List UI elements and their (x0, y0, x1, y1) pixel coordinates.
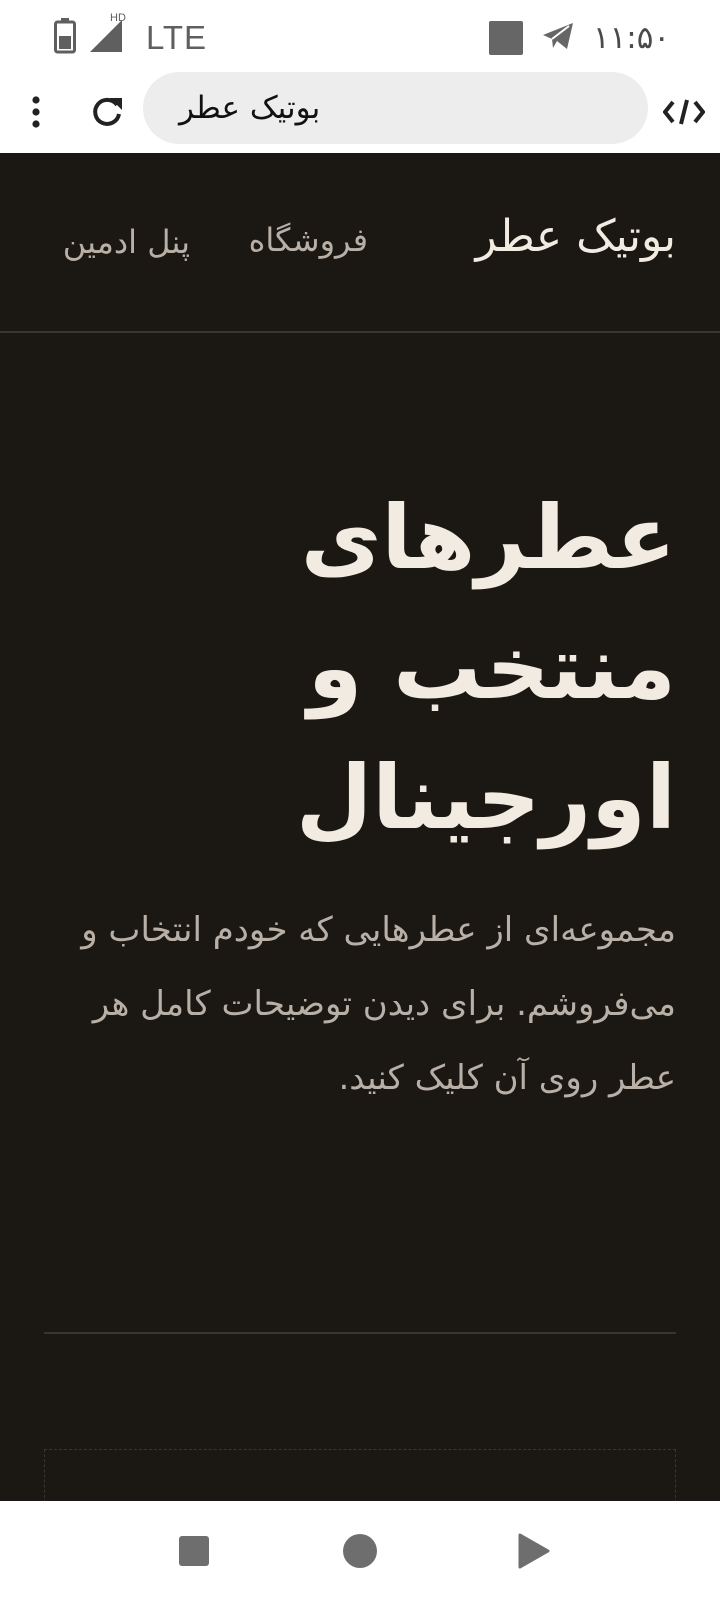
recents-square-icon[interactable] (174, 1531, 214, 1571)
hero-description: مجموعه‌ای از عطرهایی که خودم انتخاب و می… (81, 910, 676, 1098)
nav-link-admin[interactable]: پنل ادمین (63, 223, 190, 261)
nav-link-shop[interactable]: فروشگاه (249, 221, 368, 259)
section-divider (44, 1332, 676, 1334)
web-page: بوتیک عطر فروشگاه پنل ادمین عطرهای منتخب… (0, 153, 720, 1501)
hd-label: HD (110, 12, 126, 24)
site-header: بوتیک عطر فروشگاه پنل ادمین (0, 153, 720, 333)
address-bar[interactable]: بوتیک عطر (143, 72, 648, 144)
network-type: LTE (146, 19, 208, 56)
system-navigation-bar (0, 1501, 720, 1600)
clock: ۱۱:۵۰ (592, 20, 670, 56)
address-bar-text: بوتیک عطر (179, 90, 321, 126)
reload-icon[interactable] (84, 86, 130, 138)
more-vert-icon[interactable] (18, 86, 54, 138)
status-left-group: HD LTE (54, 12, 208, 58)
home-circle-icon[interactable] (340, 1531, 380, 1571)
hero-title: عطرهای منتخب و اورجینال (295, 486, 676, 849)
code-extension-icon[interactable] (660, 86, 708, 138)
browser-toolbar: بوتیک عطر (0, 72, 720, 153)
signal-icon: HD (88, 12, 128, 58)
status-bar: HD LTE ۱۱:۵۰ (0, 0, 720, 72)
site-logo[interactable]: بوتیک عطر (476, 211, 677, 262)
status-right-group: ۱۱:۵۰ (488, 18, 670, 58)
back-triangle-icon[interactable] (514, 1531, 554, 1571)
telegram-icon (541, 21, 575, 55)
notification-square-icon (488, 21, 523, 55)
product-card[interactable] (44, 1449, 676, 1501)
battery-icon (54, 18, 76, 58)
